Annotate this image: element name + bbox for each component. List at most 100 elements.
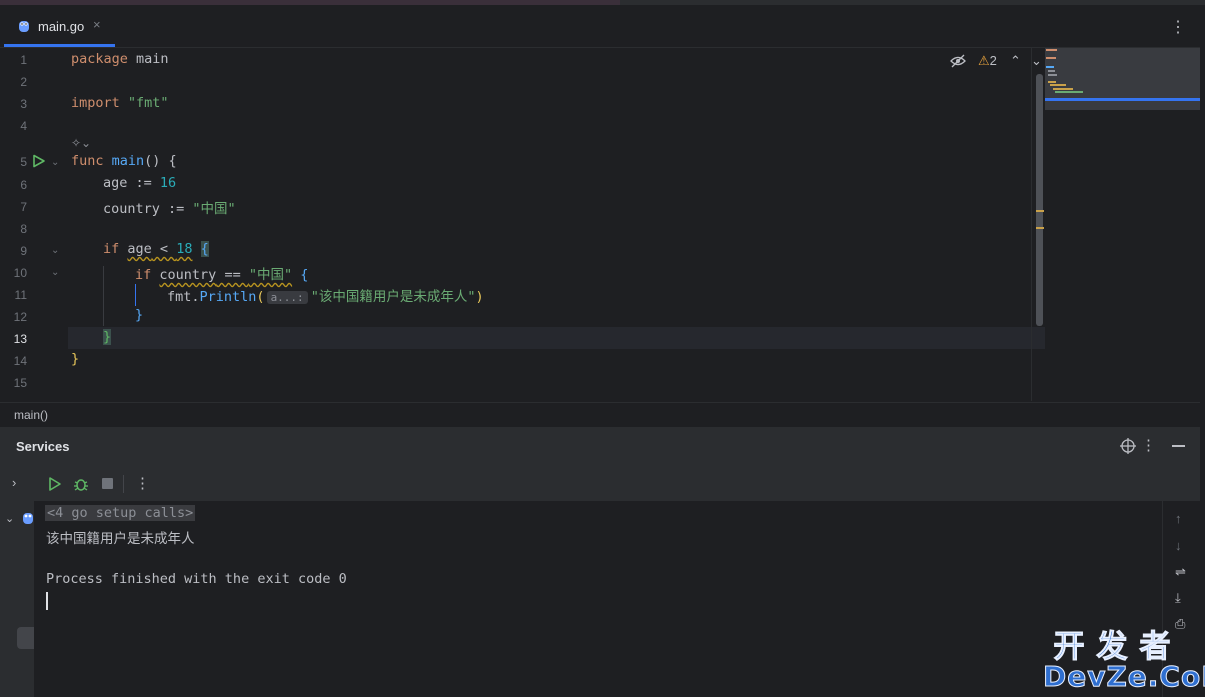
line-number: 6 [20, 178, 27, 192]
minimize-icon[interactable] [1172, 445, 1185, 447]
site-watermark-logo: 开发者 DevZe.CoM [1043, 631, 1205, 693]
parameter-hint: a...: [266, 291, 308, 304]
string-literal: "fmt" [127, 95, 169, 111]
next-highlight-icon[interactable]: ⌄ [1031, 53, 1042, 69]
breadcrumb[interactable]: main() [14, 408, 48, 422]
more-options-icon[interactable]: ⋮ [1170, 17, 1186, 37]
services-tool-window-header: Services ⋮ [0, 427, 1200, 467]
code-line-12: } [135, 307, 143, 323]
brace: } [71, 351, 80, 367]
folded-setup-calls[interactable]: <4 go setup calls> [45, 505, 196, 521]
soft-wrap-icon[interactable]: ⇌ [1175, 564, 1186, 580]
go-run-config-icon[interactable] [22, 511, 34, 525]
brace: } [135, 307, 144, 323]
run-gutter-icon[interactable] [32, 154, 46, 168]
more-options-icon[interactable]: ⋮ [135, 474, 150, 492]
services-tree-panel: › ⌄ [0, 467, 34, 697]
watermark-english: DevZe.CoM [1043, 660, 1205, 693]
function-call: Println [199, 289, 257, 305]
code-editor[interactable]: 1 2 3 4 5 6 7 8 9 10 11 12 13 14 15 ⌄ ⌄ … [0, 48, 1200, 401]
tree-item-selection[interactable] [17, 627, 34, 649]
tab-main-go[interactable]: main.go × [0, 5, 115, 47]
identifier: country [159, 267, 217, 283]
operator: := [159, 201, 193, 217]
identifier: age [103, 175, 128, 191]
line-number: 3 [20, 97, 27, 111]
warnings-badge[interactable]: ⚠2 [978, 53, 997, 69]
fold-chevron-icon[interactable]: ⌄ [51, 157, 59, 168]
line-number: 2 [20, 75, 27, 89]
string-literal: "中国" [248, 267, 293, 283]
fold-chevron-icon[interactable]: ⌄ [51, 267, 59, 278]
line-number: 1 [20, 53, 27, 67]
code-line-13: } [103, 329, 112, 345]
punctuation: () { [144, 153, 177, 169]
number-literal: 16 [159, 175, 177, 191]
reader-mode-eye-icon[interactable] [950, 54, 966, 68]
fold-chevron-icon[interactable]: ⌄ [51, 245, 59, 256]
code-line-1: package main [71, 51, 169, 67]
breadcrumb-bar: main() [0, 402, 1200, 427]
code-minimap[interactable] [1045, 48, 1200, 110]
code-line-7: country := "中国" [103, 197, 236, 217]
number-literal: 18 [176, 241, 193, 257]
close-icon[interactable]: × [93, 17, 101, 32]
code-line-5: func main() { [71, 153, 177, 169]
scroll-up-icon[interactable]: ↑ [1175, 511, 1182, 526]
brace: } [103, 329, 112, 345]
package-ref: fmt. [167, 289, 200, 305]
line-number: 8 [20, 222, 27, 236]
console-caret [46, 592, 48, 610]
code-line-9: if age < 18 { [103, 241, 209, 257]
stop-icon[interactable] [102, 478, 113, 489]
debug-icon[interactable] [73, 476, 89, 492]
line-number: 7 [20, 200, 27, 214]
operator: == [216, 267, 249, 283]
keyword: func [71, 153, 104, 169]
warning-icon: ⚠ [978, 53, 990, 68]
indent-guide-active [135, 284, 136, 306]
keyword: import [71, 95, 120, 111]
active-tab-indicator [4, 44, 115, 47]
brace: { [300, 267, 309, 283]
paren: ( [256, 289, 265, 305]
operator: < [151, 241, 177, 257]
warning-scroll-marker[interactable] [1036, 210, 1044, 212]
console-toolbar: ⋮ [34, 467, 1200, 501]
indent-guide [103, 266, 104, 326]
previous-highlight-icon[interactable]: ⌃ [1010, 53, 1021, 69]
expand-chevron-icon[interactable]: › [12, 475, 16, 490]
scroll-down-icon[interactable]: ↓ [1175, 538, 1182, 553]
code-line-10: if country == "中国" { [135, 263, 308, 283]
keyword: if [135, 267, 152, 283]
identifier: age [127, 241, 152, 257]
line-number: 12 [13, 310, 27, 324]
code-line-11: fmt.Println(a...: "该中国籍用户是未成年人") [167, 285, 484, 305]
paren: ) [475, 289, 484, 305]
brace: { [200, 241, 209, 257]
line-number: 11 [14, 288, 27, 302]
scroll-to-end-icon[interactable]: ⤓ [1175, 590, 1181, 606]
rerun-icon[interactable] [48, 476, 62, 492]
code-line-6: age := 16 [103, 175, 176, 191]
line-number: 10 [13, 266, 27, 280]
code-line-3: import "fmt" [71, 95, 169, 111]
current-line-highlight [68, 327, 1045, 349]
editor-tab-bar: main.go × ⋮ [0, 5, 1200, 48]
editor-gutter: 1 2 3 4 5 6 7 8 9 10 11 12 13 14 15 ⌄ ⌄ … [0, 48, 68, 401]
run-console[interactable]: <4 go setup calls> 该中国籍用户是未成年人 Process f… [34, 501, 1201, 697]
locate-target-icon[interactable] [1120, 438, 1136, 454]
operator: := [127, 175, 160, 191]
services-title: Services [16, 439, 70, 454]
warning-count: 2 [989, 53, 997, 68]
ai-assistant-icon[interactable]: ✧⌄ [71, 136, 91, 150]
line-number-active: 13 [13, 332, 27, 346]
tree-collapse-chevron-icon[interactable]: ⌄ [5, 512, 14, 525]
more-options-icon[interactable]: ⋮ [1141, 436, 1156, 454]
console-output-line: 该中国籍用户是未成年人 [46, 531, 195, 547]
editor-divider [1031, 48, 1032, 401]
vertical-scrollbar[interactable] [1036, 74, 1043, 326]
string-literal: "该中国籍用户是未成年人" [310, 289, 476, 305]
line-number: 15 [13, 376, 27, 390]
warning-scroll-marker[interactable] [1036, 227, 1044, 229]
